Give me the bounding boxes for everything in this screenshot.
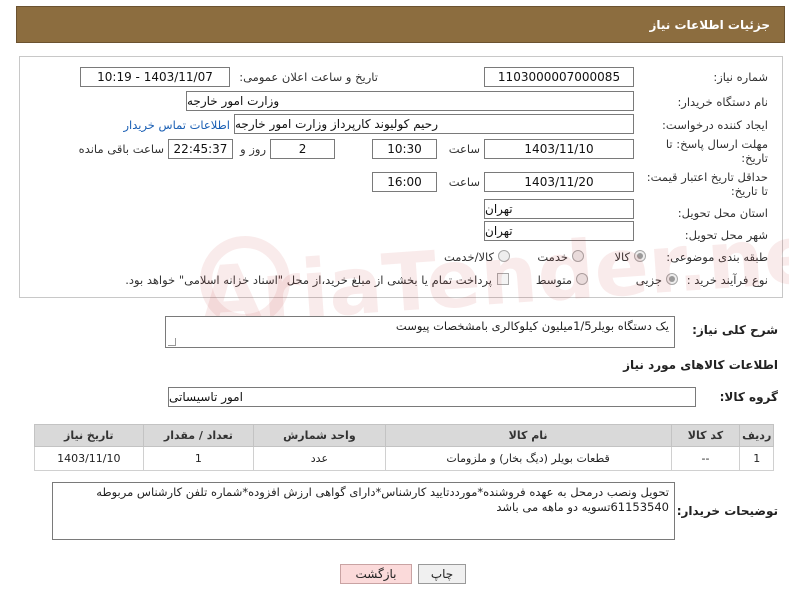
resize-handle[interactable]: [168, 338, 176, 346]
col-header-row: ردیف: [739, 424, 774, 447]
remaining-time-field[interactable]: 22:45:37: [168, 139, 233, 159]
table-row: 1 -- قطعات بویلر (دیگ بخار) و ملزومات عد…: [34, 446, 774, 471]
days-field[interactable]: 2: [270, 139, 335, 159]
cell-qty: 1: [142, 446, 255, 471]
buyer-notes-text: تحویل ونصب درمحل به عهده فروشنده*مورددتا…: [96, 485, 669, 514]
delivery-city-field[interactable]: تهران: [484, 221, 634, 241]
category-goods-label: کالا: [614, 250, 630, 264]
col-header-name: نام کالا: [384, 424, 672, 447]
price-validity-time-field[interactable]: 16:00: [372, 172, 437, 192]
need-number-label: شماره نیاز:: [713, 70, 768, 84]
page-title: جزئیات اطلاعات نیاز: [649, 17, 770, 32]
cell-unit: عدد: [253, 446, 386, 471]
col-header-date: تاریخ نیاز: [34, 424, 144, 447]
cell-row: 1: [739, 446, 774, 471]
reply-time-field[interactable]: 10:30: [372, 139, 437, 159]
delivery-city-label: شهر محل تحویل:: [684, 228, 768, 242]
goods-group-field[interactable]: امور تاسیساتی: [168, 387, 696, 407]
delivery-province-field[interactable]: تهران: [484, 199, 634, 219]
category-service-label: خدمت: [537, 250, 568, 264]
category-goods-service-radio[interactable]: [498, 250, 510, 262]
description-text: یک دستگاه بویلر1/5میلیون کیلوکالری بامشخ…: [395, 319, 669, 333]
goods-group-label: گروه کالا:: [719, 390, 778, 404]
need-number-field[interactable]: 1103000007000085: [484, 67, 634, 87]
buyer-notes-label: توضیحات خریدار:: [676, 504, 778, 518]
buyer-contact-link[interactable]: اطلاعات تماس خریدار: [100, 118, 230, 132]
buyer-org-label: نام دستگاه خریدار:: [677, 95, 768, 109]
process-minor-radio[interactable]: [666, 273, 678, 285]
treasury-payment-checkbox[interactable]: [497, 273, 509, 285]
category-goods-radio[interactable]: [634, 250, 646, 262]
price-validity-label: حداقل تاریخ اعتبار قیمت: تا تاریخ:: [646, 170, 768, 198]
goods-table-header: ردیف کد کالا نام کالا واحد شمارش تعداد /…: [34, 424, 774, 447]
reply-date-field[interactable]: 1403/11/10: [484, 139, 634, 159]
announce-date-field[interactable]: 1403/11/07 - 10:19: [80, 67, 230, 87]
days-label: روز و: [240, 142, 266, 156]
process-medium-label: متوسط: [535, 273, 572, 287]
requester-field[interactable]: رحیم کولیوند کارپرداز وزارت امور خارجه: [234, 114, 634, 134]
print-button[interactable]: چاپ: [418, 564, 466, 584]
price-validity-date-field[interactable]: 1403/11/20: [484, 172, 634, 192]
col-header-qty: تعداد / مقدار: [142, 424, 255, 447]
delivery-province-label: استان محل تحویل:: [677, 206, 768, 220]
requester-label: ایجاد کننده درخواست:: [662, 118, 768, 132]
category-goods-service-label: کالا/خدمت: [443, 250, 494, 264]
page-header: جزئیات اطلاعات نیاز: [16, 6, 785, 43]
process-medium-radio[interactable]: [576, 273, 588, 285]
cell-date: 1403/11/10: [34, 446, 144, 471]
back-button[interactable]: بازگشت: [340, 564, 412, 584]
description-label: شرح کلی نیاز:: [692, 323, 778, 337]
price-validity-time-label: ساعت: [448, 175, 480, 189]
reply-deadline-label: مهلت ارسال پاسخ: تا تاریخ:: [665, 137, 768, 165]
announce-date-label: تاریخ و ساعت اعلان عمومی:: [239, 70, 378, 84]
col-header-code: کد کالا: [670, 424, 741, 447]
remaining-time-label: ساعت باقی مانده: [78, 142, 164, 156]
treasury-payment-note: پرداخت تمام یا بخشی از مبلغ خرید،از محل …: [125, 273, 492, 287]
category-label: طبقه بندی موضوعی:: [666, 250, 768, 264]
cell-name: قطعات بویلر (دیگ بخار) و ملزومات: [384, 446, 672, 471]
buyer-notes-field[interactable]: تحویل ونصب درمحل به عهده فروشنده*مورددتا…: [52, 482, 675, 540]
watermark-logo: [200, 236, 290, 326]
buyer-org-field[interactable]: وزارت امور خارجه: [186, 91, 634, 111]
description-field[interactable]: یک دستگاه بویلر1/5میلیون کیلوکالری بامشخ…: [165, 316, 675, 348]
reply-time-label: ساعت: [448, 142, 480, 156]
goods-section-title: اطلاعات کالاهای مورد نیاز: [623, 358, 778, 372]
category-service-radio[interactable]: [572, 250, 584, 262]
process-minor-label: جزیی: [635, 273, 662, 287]
goods-table: ردیف کد کالا نام کالا واحد شمارش تعداد /…: [34, 424, 774, 471]
cell-code: --: [670, 446, 741, 471]
col-header-unit: واحد شمارش: [253, 424, 386, 447]
